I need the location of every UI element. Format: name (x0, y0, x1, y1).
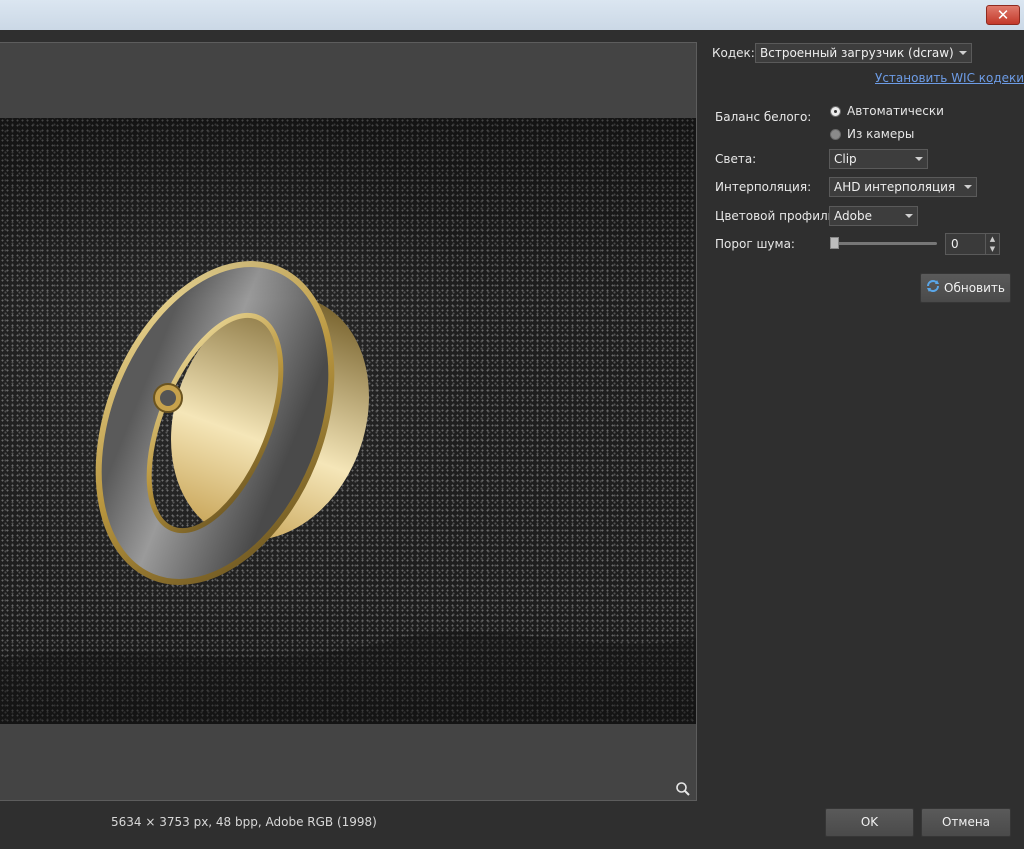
install-wic-link[interactable]: Установить WIC кодеки (875, 71, 1024, 85)
codec-select[interactable]: Встроенный загрузчик (dcraw) (755, 43, 972, 63)
cancel-button[interactable]: Отмена (921, 808, 1011, 837)
preview-image (0, 118, 696, 724)
magnifier-icon[interactable] (675, 781, 691, 797)
color-profile-label: Цветовой профиль: (715, 209, 839, 223)
radio-auto-label: Автоматически (847, 104, 944, 118)
noise-slider-handle[interactable] (830, 237, 839, 249)
chevron-down-icon (915, 157, 923, 161)
chevron-down-icon (959, 51, 967, 55)
refresh-button[interactable]: Обновить (920, 273, 1011, 303)
highlights-select[interactable]: Clip (829, 149, 928, 169)
noise-threshold-value: 0 (951, 237, 959, 251)
radio-button-icon (830, 128, 841, 140)
highlights-label: Света: (715, 152, 757, 166)
stepper-arrows-icon[interactable]: ▲ ▼ (985, 234, 999, 254)
codec-label: Кодек: (712, 46, 755, 60)
radio-auto[interactable]: Автоматически (830, 104, 944, 118)
title-bar: ✕ (0, 0, 1024, 30)
refresh-button-label: Обновить (944, 281, 1005, 295)
interpolation-select-value: AHD интерполяция (834, 180, 956, 194)
ok-button[interactable]: OK (825, 808, 914, 837)
noise-threshold-stepper[interactable]: 0 ▲ ▼ (945, 233, 1000, 255)
white-balance-label: Баланс белого: (715, 110, 812, 124)
highlights-select-value: Clip (834, 152, 857, 166)
color-profile-select-value: Adobe (834, 209, 872, 223)
close-button[interactable]: ✕ (986, 5, 1020, 25)
ring-illustration (0, 261, 696, 724)
refresh-icon (926, 275, 940, 303)
codec-select-value: Встроенный загрузчик (dcraw) (760, 46, 954, 60)
noise-threshold-label: Порог шума: (715, 237, 795, 251)
color-profile-select[interactable]: Adobe (829, 206, 918, 226)
chevron-down-icon (964, 185, 972, 189)
interpolation-select[interactable]: AHD интерполяция (829, 177, 977, 197)
radio-camera-label: Из камеры (847, 127, 915, 141)
radio-button-icon (830, 105, 841, 117)
noise-slider-track[interactable] (833, 242, 937, 245)
image-info: 5634 × 3753 px, 48 bpp, Adobe RGB (1998) (111, 815, 377, 829)
radio-camera[interactable]: Из камеры (830, 127, 914, 141)
chevron-down-icon (905, 214, 913, 218)
interpolation-label: Интерполяция: (715, 180, 812, 194)
